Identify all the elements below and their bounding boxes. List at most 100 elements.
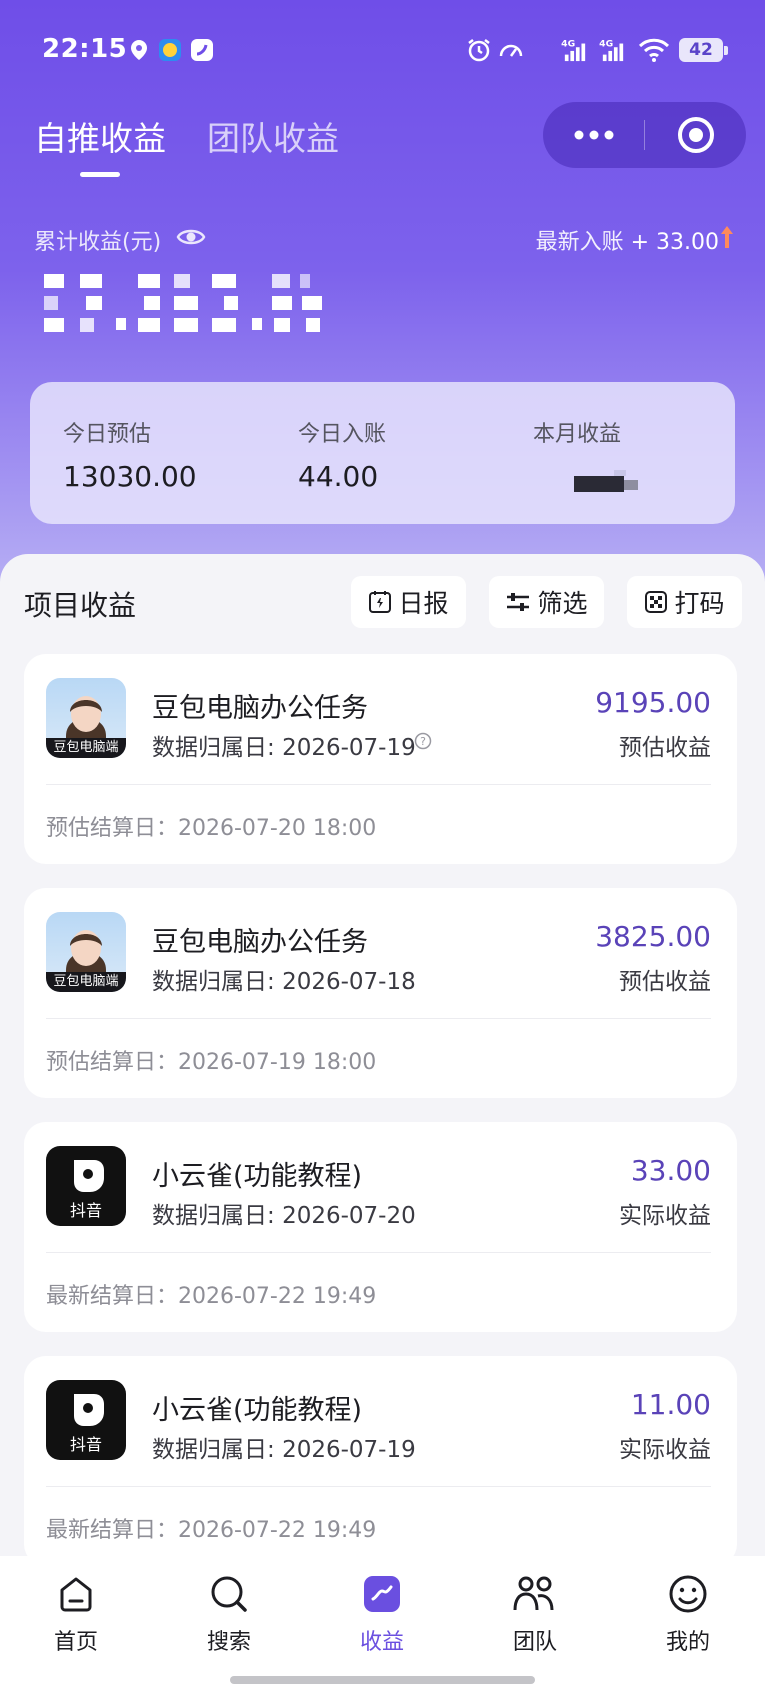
data-date-label: 数据归属日: [152, 1437, 275, 1463]
data-date-label: 数据归属日: [152, 1203, 275, 1229]
alarm-icon [468, 39, 490, 62]
nav-label: 收益 [359, 1630, 404, 1655]
cumulative-earnings-label: 累计收益(元) [34, 230, 162, 255]
nav-profile[interactable]: 我的 [638, 1574, 738, 1656]
latest-credit-label: 最新入账 [535, 230, 624, 255]
logo-badge: 抖音 [69, 1201, 102, 1220]
data-date: 数据归属日: 2026-07-19 [152, 728, 416, 762]
mosaic-icon [645, 591, 668, 613]
stat-label: 本月收益 [533, 422, 622, 447]
svg-text:4G: 4G [561, 38, 575, 49]
wifi-icon [638, 38, 670, 62]
project-earning-card[interactable]: 抖音 小云雀(功能教程) 数据归属日: 2026-07-19 11.00 实际收… [24, 1356, 737, 1566]
nav-team[interactable]: 团队 [485, 1574, 585, 1656]
trend-up-icon [721, 226, 733, 248]
app-notification-icon [191, 39, 213, 61]
settlement-date: 最新结算日：2026-07-22 19:49 [46, 1284, 377, 1309]
mask-code-button[interactable]: 打码 [627, 576, 742, 628]
daily-report-icon [369, 591, 392, 613]
stat-value: 13030.00 [63, 460, 197, 493]
month-earnings-obscured [574, 470, 638, 492]
tab-team-earnings[interactable]: 团队收益 [207, 112, 339, 160]
eye-icon[interactable] [176, 224, 206, 250]
stat-value: 44.00 [298, 460, 379, 493]
stat-today-credited: 今日入账 44.00 [298, 416, 386, 493]
card-divider [46, 1486, 711, 1487]
card-divider [46, 784, 711, 785]
mini-program-capsule [543, 102, 746, 168]
mask-code-label: 打码 [674, 589, 725, 618]
data-date-value: 2026-07-20 [282, 1203, 416, 1229]
earning-amount: 11.00 [630, 1388, 711, 1421]
nav-earnings[interactable]: 收益 [332, 1574, 432, 1656]
filter-button[interactable]: 筛选 [489, 576, 604, 628]
data-date-label: 数据归属日: [152, 735, 275, 761]
latest-credit: 最新入账 + 33.00 [536, 224, 719, 256]
help-circle-icon[interactable]: ? [414, 732, 432, 750]
doubao-logo: 豆包电脑端 [46, 912, 126, 992]
data-date-value: 2026-07-18 [282, 969, 416, 995]
nav-label: 我的 [665, 1630, 710, 1655]
project-earning-card[interactable]: 豆包电脑端 豆包电脑办公任务 数据归属日: 2026-07-19 ? 9195.… [24, 654, 737, 864]
battery-tip [724, 46, 728, 55]
data-date-label: 数据归属日: [152, 969, 275, 995]
data-date-value: 2026-07-19 [282, 735, 416, 761]
home-icon [60, 1577, 92, 1612]
filter-label: 筛选 [537, 589, 588, 618]
earning-amount: 33.00 [630, 1154, 711, 1187]
nav-label: 搜索 [206, 1630, 251, 1655]
card-divider [46, 1018, 711, 1019]
settlement-date: 预估结算日：2026-07-19 18:00 [46, 1050, 377, 1075]
status-time: 22:15 [42, 34, 128, 64]
chat-app-icon [159, 39, 181, 61]
earnings-icon [364, 1576, 400, 1612]
earning-type: 实际收益 [619, 1203, 711, 1229]
douyin-logo: 抖音 [46, 1380, 126, 1460]
stat-label: 今日预估 [63, 422, 152, 447]
doubao-logo: 豆包电脑端 [46, 678, 126, 758]
logo-badge: 豆包电脑端 [46, 972, 126, 992]
stat-month-earnings: 本月收益 [533, 416, 621, 460]
speedometer-icon [499, 44, 523, 57]
location-icon [131, 40, 147, 60]
tab-self-earnings[interactable]: 自推收益 [34, 112, 166, 160]
settlement-date: 最新结算日：2026-07-22 19:49 [46, 1518, 377, 1543]
nav-search[interactable]: 搜索 [179, 1574, 279, 1656]
project-earning-card[interactable]: 抖音 小云雀(功能教程) 数据归属日: 2026-07-20 33.00 实际收… [24, 1122, 737, 1332]
stat-today-estimate: 今日预估 13030.00 [63, 416, 197, 493]
project-name: 豆包电脑办公任务 [152, 927, 368, 958]
daily-report-button[interactable]: 日报 [351, 576, 466, 628]
project-name: 小云雀(功能教程) [152, 1161, 363, 1192]
capsule-divider [644, 120, 645, 150]
data-date-value: 2026-07-19 [282, 1437, 416, 1463]
data-date: 数据归属日: 2026-07-19 [152, 1430, 416, 1464]
nav-label: 团队 [512, 1630, 557, 1655]
home-indicator[interactable] [230, 1676, 535, 1684]
cumulative-earnings-value [44, 274, 322, 332]
active-tab-indicator [80, 172, 120, 177]
earning-type: 实际收益 [619, 1437, 711, 1463]
close-target-icon[interactable] [676, 115, 716, 155]
profile-icon [669, 1575, 707, 1613]
earning-type: 预估收益 [619, 735, 711, 761]
logo-badge: 豆包电脑端 [46, 738, 126, 758]
signal-4g-icon-2: 4G [599, 38, 624, 62]
douyin-logo: 抖音 [46, 1146, 126, 1226]
more-options-icon[interactable] [573, 126, 615, 144]
status-bar: 22:15 4G 4G 42 [0, 30, 765, 70]
data-date: 数据归属日: 2026-07-18 [152, 962, 416, 996]
earning-amount: 9195.00 [595, 686, 711, 719]
filter-sliders-icon [507, 593, 530, 611]
project-earning-card[interactable]: 豆包电脑端 豆包电脑办公任务 数据归属日: 2026-07-18 3825.00… [24, 888, 737, 1098]
logo-badge: 抖音 [69, 1435, 102, 1454]
daily-report-label: 日报 [398, 589, 449, 618]
stat-label: 今日入账 [298, 422, 387, 447]
battery-indicator: 42 [679, 38, 723, 62]
project-name: 小云雀(功能教程) [152, 1395, 363, 1426]
svg-text:?: ? [420, 735, 426, 748]
earning-type: 预估收益 [619, 969, 711, 995]
nav-label: 首页 [53, 1630, 98, 1655]
signal-4g-icon: 4G [561, 38, 586, 62]
latest-credit-amount: + 33.00 [630, 230, 719, 255]
nav-home[interactable]: 首页 [26, 1574, 126, 1656]
